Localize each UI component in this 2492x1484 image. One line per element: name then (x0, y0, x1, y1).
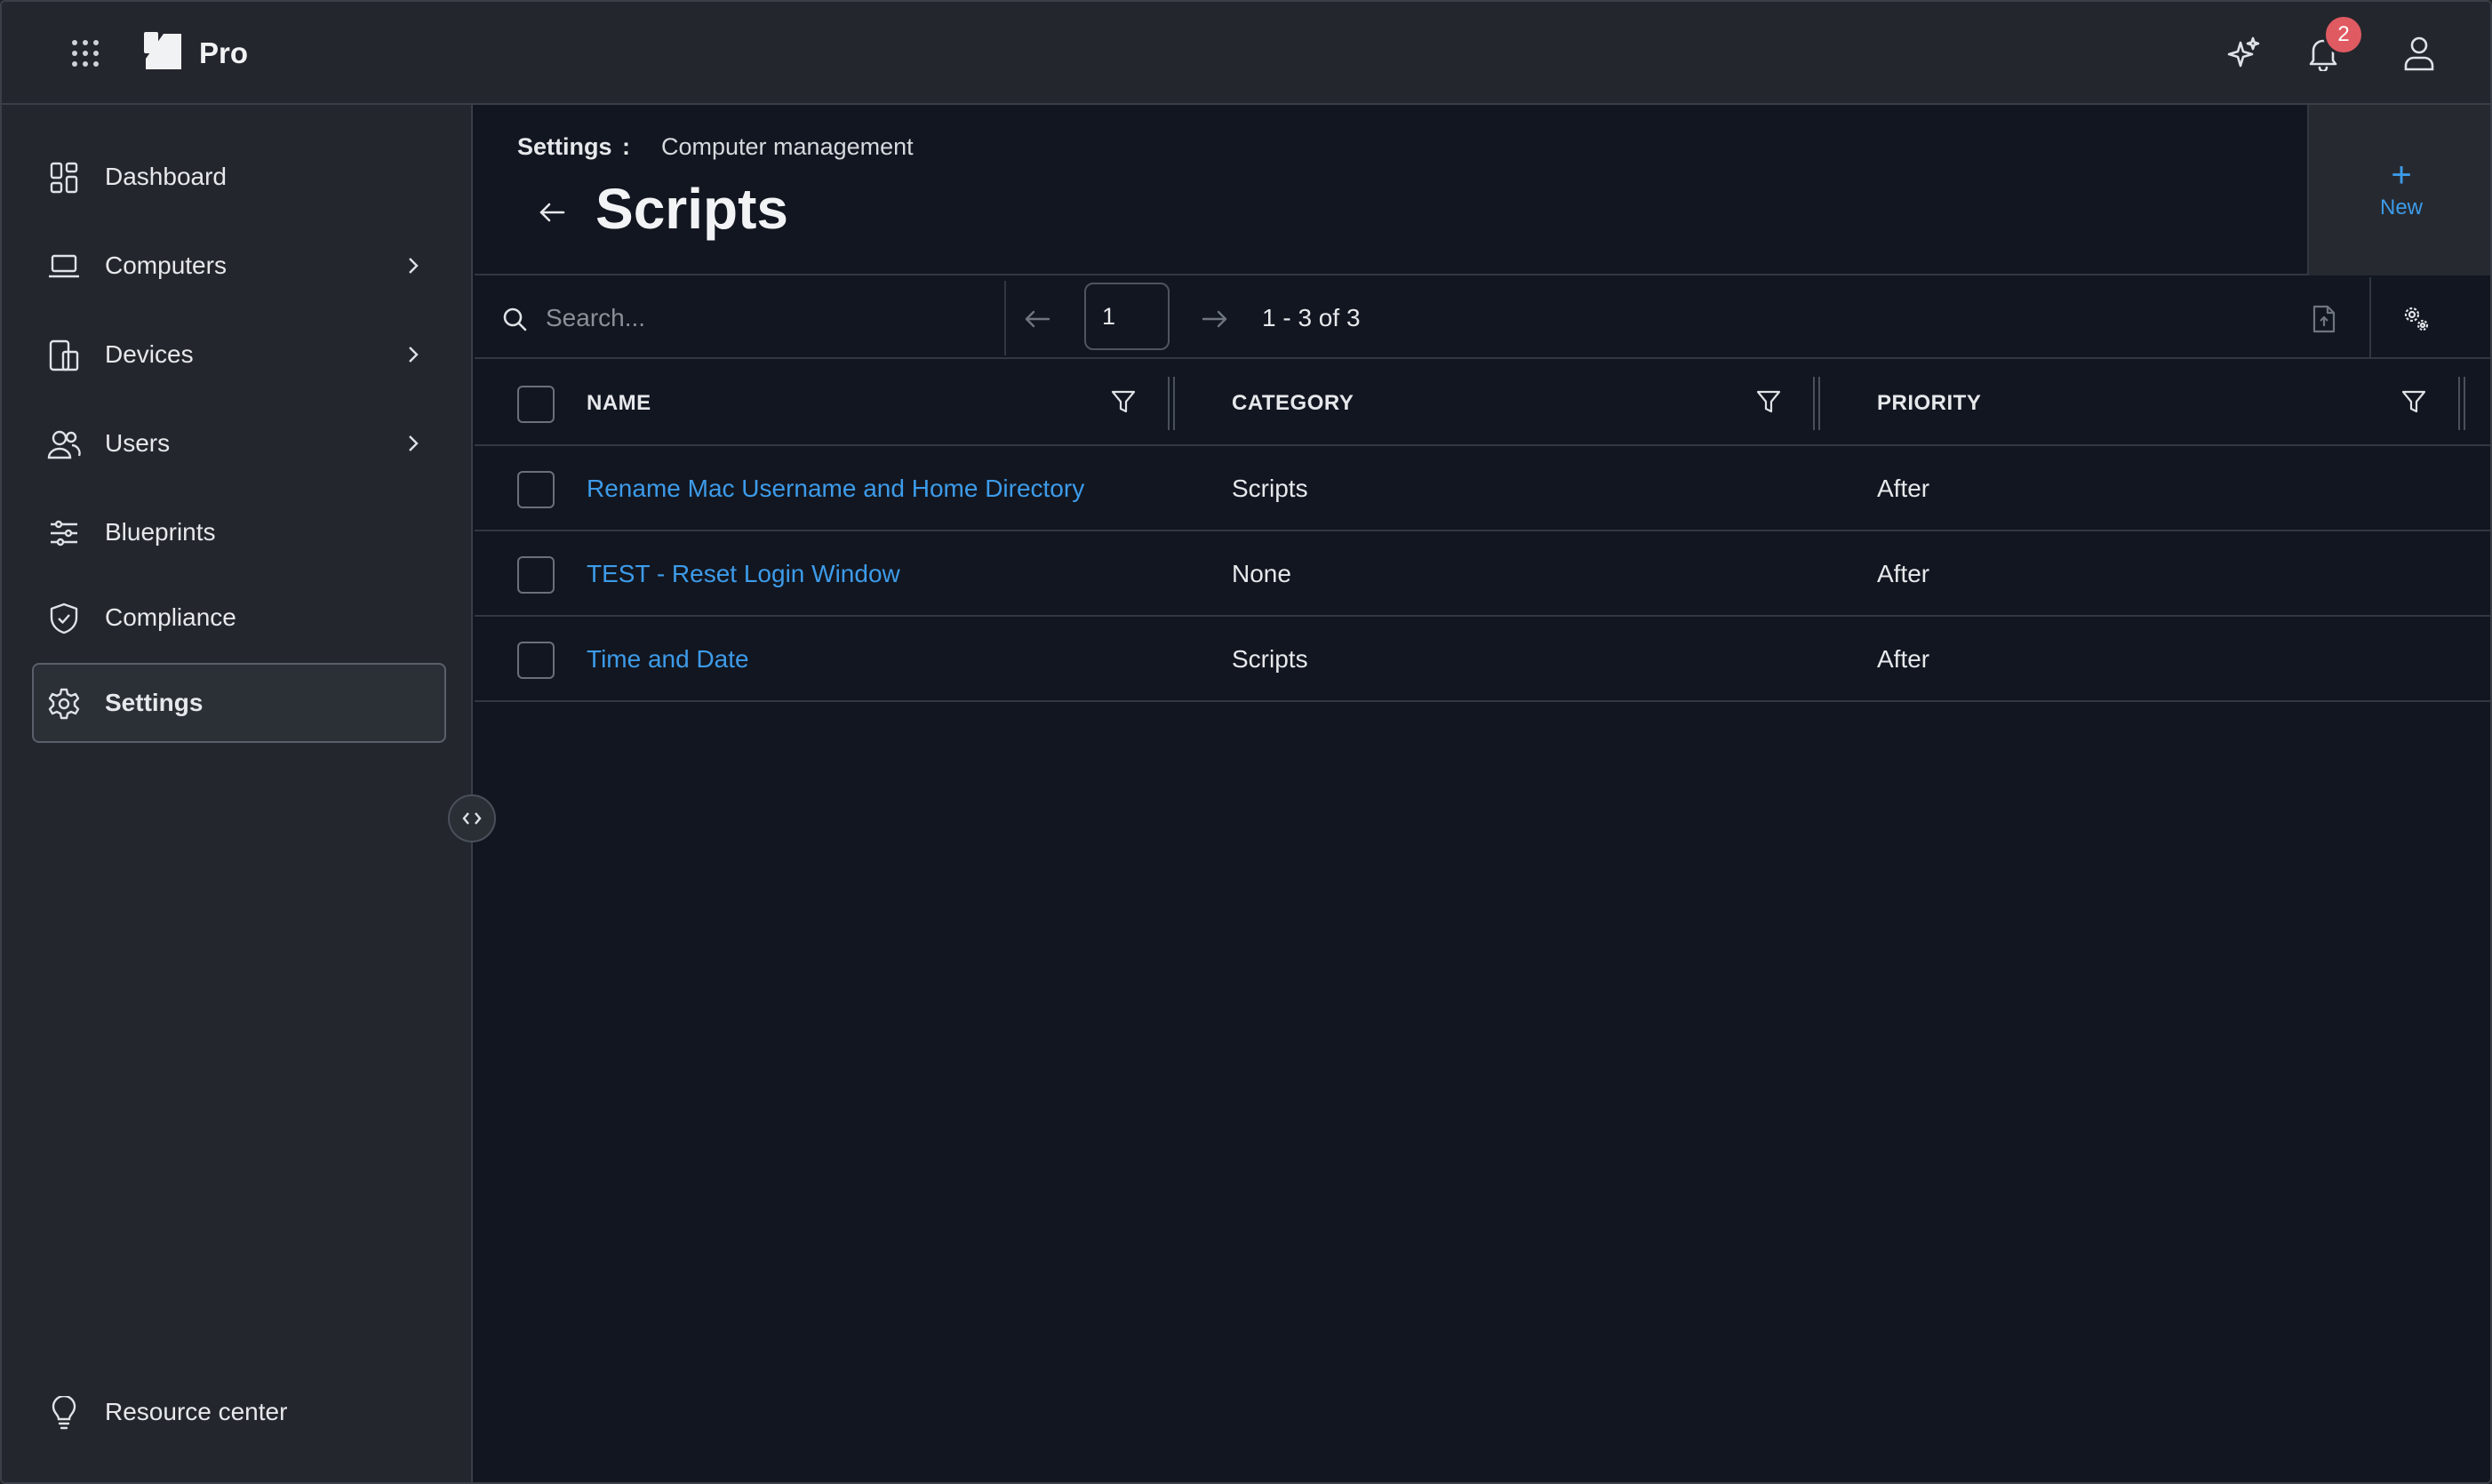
chevron-right-icon (400, 341, 427, 368)
breadcrumb-current[interactable]: Computer management (661, 133, 914, 161)
filter-icon[interactable] (1107, 386, 1139, 418)
new-button[interactable]: + New (2307, 105, 2490, 275)
sidebar-item-label: Computers (105, 251, 227, 279)
sidebar-item-label: Compliance (105, 603, 236, 631)
row-checkbox[interactable] (517, 471, 555, 508)
users-icon (46, 427, 82, 462)
page-number-input[interactable] (1084, 283, 1170, 350)
export-file-icon[interactable] (2304, 299, 2344, 339)
toolbar-divider (2369, 277, 2371, 359)
column-resize-handle[interactable] (1811, 377, 1822, 430)
sidebar-item-computers[interactable]: Computers (32, 226, 446, 306)
table-toolbar: 1 - 3 of 3 (475, 277, 2490, 359)
filter-icon[interactable] (1753, 386, 1785, 418)
chevron-right-icon (400, 252, 427, 279)
pagination-range: 1 - 3 of 3 (1262, 304, 1361, 331)
back-arrow-icon[interactable] (530, 190, 574, 235)
script-category: None (1232, 560, 1291, 587)
page-title: Scripts (595, 177, 788, 241)
sidebar-item-resource-center[interactable]: Resource center (32, 1372, 446, 1452)
sidebar-footer-label: Resource center (105, 1398, 288, 1425)
script-category: Scripts (1232, 475, 1308, 502)
select-all-checkbox[interactable] (517, 386, 555, 423)
sidebar-item-settings[interactable]: Settings (32, 663, 446, 743)
sliders-icon (46, 515, 82, 551)
column-header-category[interactable]: CATEGORY (1232, 391, 1354, 416)
scripts-table: NAME CATEGORY PRIORITY Rename Mac Userna… (475, 361, 2490, 702)
notification-badge: 2 (2323, 14, 2364, 55)
script-name-link[interactable]: Time and Date (587, 645, 749, 674)
sidebar-item-label: Settings (105, 689, 204, 716)
sidebar-collapse-toggle[interactable] (448, 794, 496, 842)
previous-page-icon[interactable] (1017, 299, 1058, 339)
sparkle-ai-icon[interactable] (2218, 28, 2268, 78)
sidebar-item-users[interactable]: Users (32, 403, 446, 483)
sidebar-item-label: Devices (105, 340, 194, 368)
user-account-icon[interactable] (2394, 28, 2444, 78)
table-header-row: NAME CATEGORY PRIORITY (475, 361, 2490, 446)
table-row[interactable]: Time and Date Scripts After (475, 617, 2490, 702)
app-grid-icon[interactable] (59, 32, 112, 75)
sidebar-item-devices[interactable]: Devices (32, 315, 446, 395)
brand-name: Pro (199, 36, 249, 69)
script-priority: After (1877, 475, 1930, 502)
brand[interactable]: Pro (144, 31, 249, 76)
new-button-label: New (2379, 195, 2423, 219)
breadcrumb-separator: : (622, 133, 630, 160)
page-header: Settings : Computer management Scripts (475, 105, 2490, 275)
script-priority: After (1877, 560, 1930, 587)
dashboard-icon (46, 160, 82, 195)
table-row[interactable]: TEST - Reset Login Window None After (475, 531, 2490, 617)
shield-check-icon (46, 601, 82, 636)
toolbar-divider (1004, 281, 1006, 355)
search-icon (499, 304, 530, 334)
sidebar: Dashboard Computers Devices Users Bluepr… (2, 105, 473, 1482)
script-name-link[interactable]: Rename Mac Username and Home Directory (587, 475, 1084, 503)
search-input[interactable] (546, 295, 919, 341)
row-checkbox[interactable] (517, 556, 555, 594)
sidebar-item-blueprints[interactable]: Blueprints (32, 492, 446, 572)
column-header-name[interactable]: NAME (587, 391, 651, 416)
sidebar-item-compliance[interactable]: Compliance (32, 578, 446, 658)
sidebar-item-dashboard[interactable]: Dashboard (32, 137, 446, 217)
next-page-icon[interactable] (1194, 299, 1235, 339)
sidebar-item-label: Dashboard (105, 163, 227, 190)
column-resize-handle[interactable] (1166, 377, 1177, 430)
column-settings-gear-icon[interactable] (2396, 299, 2437, 339)
table-row[interactable]: Rename Mac Username and Home Directory S… (475, 446, 2490, 531)
column-resize-handle[interactable] (2456, 377, 2467, 430)
lightbulb-icon (46, 1395, 82, 1431)
plus-icon: + (2391, 156, 2412, 195)
filter-icon[interactable] (2398, 386, 2430, 418)
devices-icon (46, 338, 82, 373)
script-category: Scripts (1232, 645, 1308, 673)
row-checkbox[interactable] (517, 642, 555, 679)
sidebar-item-label: Users (105, 429, 171, 457)
breadcrumb-root[interactable]: Settings (517, 133, 612, 161)
script-name-link[interactable]: TEST - Reset Login Window (587, 560, 900, 588)
brand-logo-icon (144, 31, 183, 76)
gear-icon (46, 686, 82, 722)
laptop-icon (46, 249, 82, 284)
top-bar: Pro 2 (2, 2, 2490, 105)
chevron-right-icon (400, 430, 427, 457)
script-priority: After (1877, 645, 1930, 673)
column-header-priority[interactable]: PRIORITY (1877, 391, 1981, 416)
app-window: Pro 2 Dashboard Computers Devices Users … (0, 0, 2492, 1484)
sidebar-item-label: Blueprints (105, 518, 216, 546)
